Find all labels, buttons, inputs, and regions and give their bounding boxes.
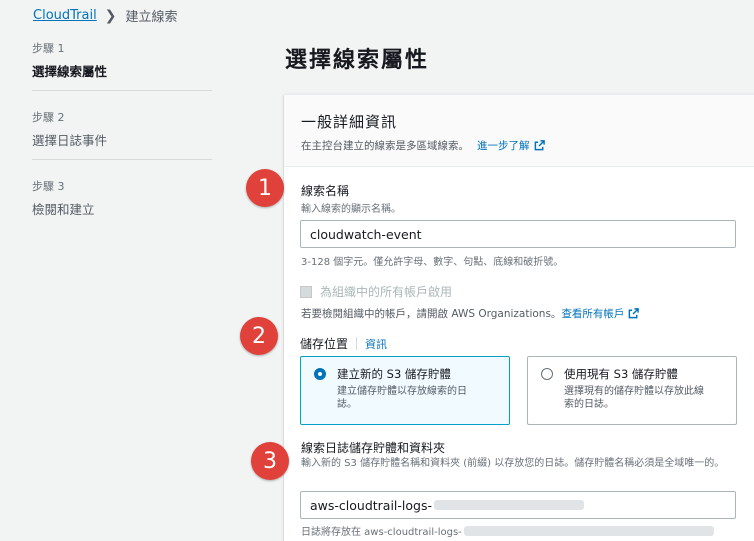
wizard-step-1[interactable]: 步驟 1 選擇線索屬性 (32, 40, 212, 91)
create-new-bucket-option[interactable]: 建立新的 S3 儲存貯體 建立儲存貯體以存放線索的日誌。 (300, 356, 510, 425)
breadcrumb: CloudTrail ❯ 建立線索 (33, 6, 178, 26)
annotation-badge-1: 1 (246, 169, 284, 207)
redacted-text (463, 525, 714, 536)
learn-more-label: 進一步了解 (477, 140, 530, 152)
tile-description: 選擇現有的儲存貯體以存放此線索的日誌。 (564, 386, 704, 410)
bucket-path-help: 日誌將存放在 aws-cloudtrail-logs- (301, 523, 714, 538)
view-all-accounts-link[interactable]: 查看所有帳戶 (561, 306, 640, 321)
bucket-label: 線索日誌儲存貯體和資料夾 (301, 441, 446, 455)
trail-name-label: 線索名稱 (301, 184, 350, 198)
wizard-step-3[interactable]: 步驟 3 檢閱和建立 (32, 178, 212, 228)
bucket-help: 輸入新的 S3 儲存貯體名稱和資料夾 (前綴) 以存放您的日誌。儲存貯體名稱必須… (301, 458, 725, 469)
panel-description-text: 在主控台建立的線索是多區域線索。 (301, 140, 469, 152)
bucket-name-value: aws-cloudtrail-logs- (310, 497, 432, 513)
divider (356, 337, 358, 350)
wizard-step-2[interactable]: 步驟 2 選擇日誌事件 (32, 109, 212, 160)
use-existing-bucket-option[interactable]: 使用現有 S3 儲存貯體 選擇現有的儲存貯體以存放此線索的日誌。 (527, 356, 737, 425)
radio-selected[interactable] (314, 368, 326, 380)
tile-content: 使用現有 S3 儲存貯體 選擇現有的儲存貯體以存放此線索的日誌。 (564, 366, 704, 424)
general-details-panel: 一般詳細資訊 在主控台建立的線索是多區域線索。 進一步了解 線索名稱 輸入線索的… (284, 94, 754, 541)
panel-description: 在主控台建立的線索是多區域線索。 進一步了解 (301, 138, 754, 153)
annotation-badge-2: 2 (240, 317, 278, 355)
radio-unselected[interactable] (541, 368, 553, 380)
step-number: 步驟 3 (32, 180, 65, 193)
external-link-icon (629, 308, 640, 319)
bucket-path-text: 日誌將存放在 aws-cloudtrail-logs- (301, 527, 462, 538)
storage-location-label: 儲存位置 (300, 337, 349, 351)
storage-location-label-row: 儲存位置 資訊 (300, 335, 387, 352)
step-number: 步驟 2 (32, 111, 65, 124)
chevron-right-icon: ❯ (104, 7, 117, 24)
org-trail-checkbox[interactable] (300, 285, 312, 298)
tile-content: 建立新的 S3 儲存貯體 建立儲存貯體以存放線索的日誌。 (337, 366, 477, 424)
tile-title: 建立新的 S3 儲存貯體 (337, 367, 451, 381)
org-checkbox-label: 為組織中的所有帳戶啟用 (320, 285, 453, 299)
annotation-badge-3: 3 (251, 442, 289, 480)
redacted-text (434, 500, 584, 510)
step-label: 檢閱和建立 (32, 202, 95, 217)
org-help-text: 若要檢閱組織中的帳戶，請開啟 AWS Organizations。 (301, 308, 562, 320)
step-label: 選擇線索屬性 (32, 64, 108, 79)
tile-description: 建立儲存貯體以存放線索的日誌。 (337, 386, 467, 410)
learn-more-link[interactable]: 進一步了解 (477, 138, 545, 153)
breadcrumb-cloudtrail-link[interactable]: CloudTrail (33, 8, 97, 23)
external-link-icon (534, 140, 545, 151)
wizard-steps: 步驟 1 選擇線索屬性 步驟 2 選擇日誌事件 步驟 3 檢閱和建立 (32, 40, 212, 246)
panel-header: 一般詳細資訊 在主控台建立的線索是多區域線索。 進一步了解 (284, 95, 754, 167)
trail-name-input[interactable] (300, 220, 736, 248)
breadcrumb-current: 建立線索 (125, 10, 178, 25)
org-help: 若要檢閱組織中的帳戶，請開啟 AWS Organizations。 查看所有帳戶 (301, 306, 640, 321)
panel-title: 一般詳細資訊 (301, 113, 398, 131)
storage-info-link[interactable]: 資訊 (365, 336, 387, 352)
bucket-name-input[interactable]: aws-cloudtrail-logs- (300, 491, 736, 519)
step-number: 步驟 1 (32, 42, 65, 55)
tile-title: 使用現有 S3 儲存貯體 (564, 367, 678, 381)
view-all-accounts-label: 查看所有帳戶 (561, 308, 625, 320)
page-title: 選擇線索屬性 (285, 48, 430, 73)
org-checkbox-row: 為組織中的所有帳戶啟用 (300, 283, 452, 300)
step-label: 選擇日誌事件 (32, 133, 108, 148)
trail-name-help: 輸入線索的顯示名稱。 (301, 204, 401, 215)
trail-name-constraint: 3-128 個字元。僅允許字母、數字、句點、底線和破折號。 (301, 257, 564, 268)
